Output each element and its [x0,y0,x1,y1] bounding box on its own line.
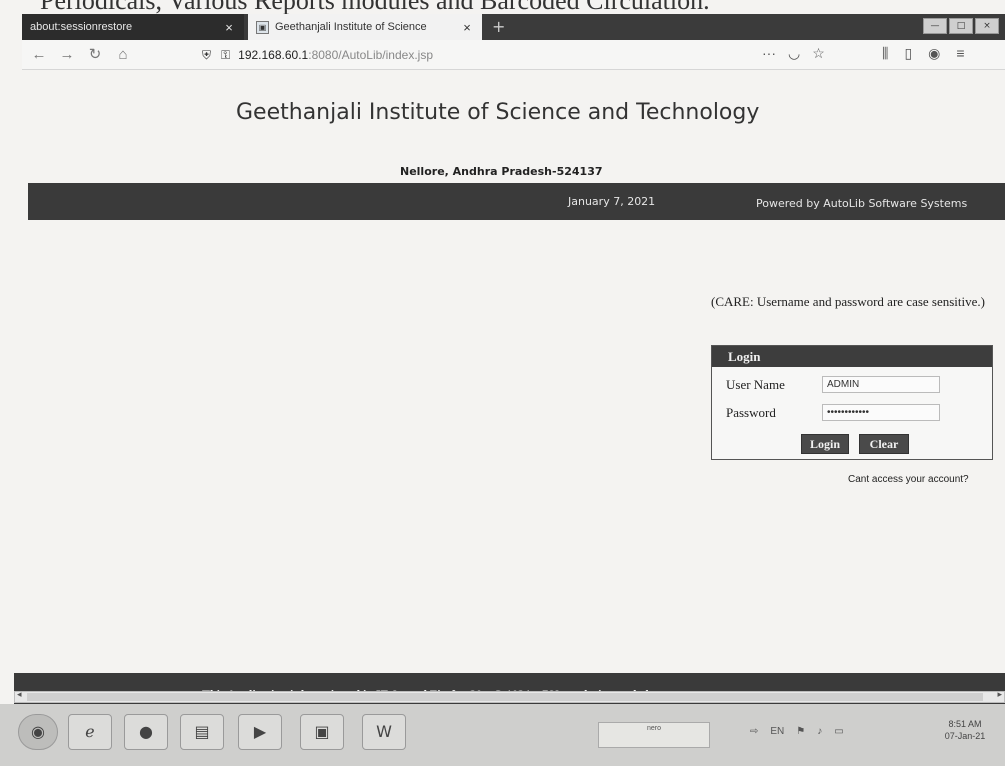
close-window-icon[interactable]: × [975,18,999,34]
cant-access-link[interactable]: Cant access your account? [848,474,969,485]
nero-tray-item[interactable]: nero [598,722,710,748]
header-bar: January 7, 2021 Powered by AutoLib Softw… [28,183,1005,220]
case-sensitive-note: (CARE: Username and password are case se… [711,294,985,309]
tab-session-restore[interactable]: about:sessionrestore × [22,14,244,40]
window-controls: — □ × [923,18,999,34]
address-bar-actions: ··· ◡ ☆ [762,45,825,62]
current-date: January 7, 2021 [568,195,656,208]
url-path: :8080/AutoLib/index.jsp [308,48,433,62]
minimize-icon[interactable]: — [923,18,947,34]
toolbar-right: ⫼ ▯ ◉ ≡ [882,45,965,62]
firefox-icon[interactable]: ● [124,714,168,750]
remote-icon[interactable]: ▣ [300,714,344,750]
username-input[interactable]: ADMIN [822,376,940,393]
home-icon[interactable]: ⌂ [112,44,134,66]
windows-taskbar: ◉ ℯ ● ▤ ▶ ▣ W nero ⇨ EN ⚑ ♪ ▭ 8:51 AM 07… [0,704,1005,766]
library-icon[interactable]: ⫼ [882,45,888,62]
menu-icon[interactable]: ≡ [956,45,964,62]
horizontal-scrollbar[interactable]: ◂ ▸ [14,690,1005,703]
sidebar-icon[interactable]: ▯ [904,45,912,62]
reload-icon[interactable]: ↻ [84,44,106,66]
login-button[interactable]: Login [801,434,849,454]
clock-date: 07-Jan-21 [944,731,986,741]
login-panel: Login User Name ADMIN Password •••••••••… [711,345,993,460]
shield-icon[interactable]: ⛨ [202,48,211,63]
browser-nav-bar: ← → ↻ ⌂ ⛨ ⚿ 192.168.60.1 :8080/AutoLib/i… [22,40,1005,70]
maximize-icon[interactable]: □ [949,18,973,34]
login-heading: Login [712,346,992,367]
site-title: Geethanjali Institute of Science and Tec… [236,100,760,125]
system-clock[interactable]: 8:51 AM 07-Jan-21 [935,718,995,742]
back-icon[interactable]: ← [28,44,50,66]
username-row: User Name ADMIN [726,376,940,393]
tab-label: Geethanjali Institute of Science [275,21,427,33]
close-icon[interactable]: × [460,20,474,35]
network-icon[interactable]: ⇨ [750,726,758,737]
scrollbar-thumb[interactable] [27,693,983,701]
url-host: 192.168.60.1 [238,48,309,62]
account-icon[interactable]: ◉ [928,45,940,62]
address-bar[interactable]: ⛨ ⚿ 192.168.60.1 :8080/AutoLib/index.jsp [202,44,842,66]
scroll-right-icon[interactable]: ▸ [997,690,1002,700]
username-label: User Name [726,376,785,392]
scroll-left-icon[interactable]: ◂ [17,690,22,700]
forward-icon[interactable]: → [56,44,78,66]
explorer-icon[interactable]: ▤ [180,714,224,750]
monitor-icon[interactable]: ▭ [834,726,843,737]
star-icon[interactable]: ☆ [812,45,825,62]
close-icon[interactable]: × [222,20,236,35]
ie-icon[interactable]: ℯ [68,714,112,750]
tab-geethanjali[interactable]: ▣ Geethanjali Institute of Science × [248,14,482,40]
clock-time: 8:51 AM [948,719,982,729]
password-row: Password •••••••••••• [726,404,940,421]
clear-button[interactable]: Clear [859,434,909,454]
new-tab-button[interactable]: + [492,17,505,36]
more-icon[interactable]: ··· [762,45,776,62]
flag-icon[interactable]: ⚑ [796,726,805,737]
powered-by-text: Powered by AutoLib Software Systems [756,197,968,210]
media-player-icon[interactable]: ▶ [238,714,282,750]
system-tray: ⇨ EN ⚑ ♪ ▭ [750,726,844,737]
word-icon[interactable]: W [362,714,406,750]
page-favicon-icon: ▣ [256,20,269,34]
pocket-icon[interactable]: ◡ [788,45,800,62]
nero-label: nero [646,725,661,732]
password-input[interactable]: •••••••••••• [822,404,940,421]
site-address: Nellore, Andhra Pradesh-524137 [400,165,603,178]
lock-icon[interactable]: ⚿ [221,48,230,63]
volume-icon[interactable]: ♪ [817,726,822,737]
password-label: Password [726,404,776,420]
language-indicator[interactable]: EN [770,726,784,737]
start-orb-icon[interactable]: ◉ [18,714,58,750]
tab-label: about:sessionrestore [30,21,133,33]
browser-tab-strip: about:sessionrestore × ▣ Geethanjali Ins… [22,14,1005,40]
document-caption: Periodicals, Various Reports modules and… [40,0,980,14]
